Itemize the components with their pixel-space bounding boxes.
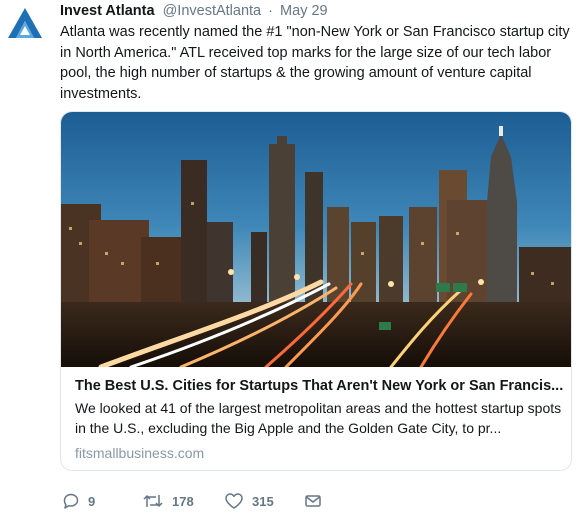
separator-dot: · xyxy=(268,3,274,19)
card-domain[interactable]: fitsmallbusiness.com xyxy=(75,444,565,462)
card-body[interactable]: The Best U.S. Cities for Startups That A… xyxy=(75,376,565,462)
reply-button[interactable]: 9 xyxy=(62,490,95,512)
reply-count: 9 xyxy=(88,493,96,509)
author-name[interactable]: Invest Atlanta xyxy=(60,3,155,19)
tweet[interactable]: Invest Atlanta @InvestAtlanta · May 29 A… xyxy=(0,0,581,521)
card-description: We looked at 41 of the largest metropoli… xyxy=(75,400,562,436)
tweet-text: Atlanta was recently named the #1 "non-N… xyxy=(60,24,570,102)
retweet-count: 178 xyxy=(172,493,194,509)
card-title[interactable]: The Best U.S. Cities for Startups That A… xyxy=(75,376,565,396)
retweet-button[interactable]: 178 xyxy=(142,490,194,512)
direct-message-button[interactable] xyxy=(304,490,322,512)
reply-icon xyxy=(63,493,79,509)
link-card[interactable]: The Best U.S. Cities for Startups That A… xyxy=(60,111,572,471)
like-button[interactable]: 315 xyxy=(224,490,274,512)
tweet-header: Invest Atlanta @InvestAtlanta · May 29 xyxy=(60,2,328,20)
tweet-actions: 9 178 315 xyxy=(60,490,480,512)
retweet-icon xyxy=(143,494,163,508)
card-image[interactable] xyxy=(61,112,571,367)
author-handle[interactable]: @InvestAtlanta xyxy=(163,3,262,19)
like-count: 315 xyxy=(252,493,274,509)
invest-atlanta-logo-icon[interactable] xyxy=(8,8,42,38)
tweet-date[interactable]: May 29 xyxy=(280,3,328,19)
direct-message-icon xyxy=(305,495,321,507)
like-icon xyxy=(225,493,243,509)
